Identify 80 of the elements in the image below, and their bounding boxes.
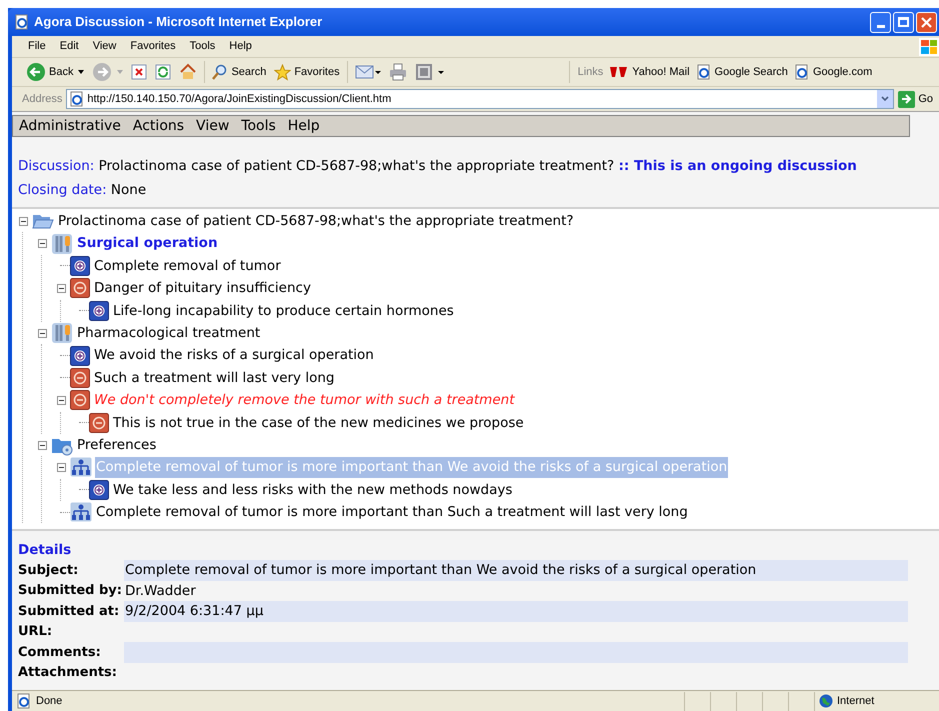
menu-item[interactable]: View — [196, 116, 230, 136]
star-icon — [274, 64, 292, 80]
discussion-line: Discussion: Prolactinoma case of patient CD-5687-98;what's the appropriate treatment? :: This is an ongoing discussion — [18, 157, 858, 176]
tree-item[interactable]: Surgical operation — [76, 233, 219, 254]
details-heading: Details — [18, 541, 72, 560]
network-icon — [70, 502, 92, 522]
tree-item[interactable]: Danger of pituitary insufficiency — [93, 278, 312, 298]
collapse-toggle[interactable] — [38, 328, 46, 338]
field-value: Dr.Wadder — [124, 582, 197, 601]
collapse-toggle[interactable] — [38, 440, 46, 450]
link[interactable]: Google Search — [696, 64, 788, 80]
menu-item[interactable]: Administrative — [19, 116, 121, 136]
printer-icon — [388, 63, 407, 81]
windows-logo-icon — [919, 38, 939, 56]
globe-icon — [819, 694, 833, 708]
favorites-button[interactable]: Favorites — [270, 60, 344, 84]
collapse-toggle[interactable] — [56, 284, 66, 293]
menu-item[interactable]: View — [86, 38, 122, 55]
collapse-toggle[interactable] — [38, 239, 46, 248]
dropdown-caret-icon — [117, 70, 124, 74]
address-field[interactable]: http://150.140.150.70/Agora/JoinExistingDiscussion/Client.htm — [66, 89, 894, 109]
tree-item[interactable]: This is not true in the case of the new medicines we propose — [112, 412, 525, 433]
tree-item[interactable]: Such a treatment will last very long — [93, 368, 336, 388]
menu-item[interactable]: Help — [288, 116, 320, 136]
ie-page-icon — [794, 64, 810, 80]
closing-date-line: Closing date: None — [18, 181, 148, 200]
close-button[interactable] — [916, 12, 937, 32]
edit-icon — [414, 63, 445, 81]
ie-page-icon — [16, 693, 32, 709]
tree-item[interactable]: Pharmacological treatment — [76, 323, 262, 344]
field-label: URL: — [18, 623, 54, 641]
refresh-icon — [155, 64, 172, 80]
ie-page-icon — [69, 91, 86, 107]
field-label: Submitted at: — [18, 602, 120, 620]
tree-item[interactable]: We take less and less risks with the new methods nowdays — [112, 480, 514, 500]
house-icon — [179, 63, 198, 81]
ie-page-icon — [14, 14, 30, 30]
tree-item[interactable]: Complete removal of tumor is more important than Such a treatment will last very long — [95, 502, 689, 522]
tree-item[interactable]: We don't completely remove the tumor with such a treatment — [93, 390, 516, 410]
field-label: Submitted by: — [18, 582, 123, 600]
dropdown-caret-icon — [78, 70, 84, 74]
stop-icon — [131, 64, 148, 80]
minimize-button[interactable] — [870, 12, 891, 32]
window-title: Agora Discussion - Microsoft Internet Explorer — [34, 13, 322, 32]
menu-item[interactable]: Tools — [241, 116, 276, 136]
field-value: Complete removal of tumor is more important than We avoid the risks of a surgical operation — [124, 560, 908, 580]
tree-item[interactable]: Complete removal of tumor — [93, 256, 282, 276]
collapse-toggle[interactable] — [18, 216, 28, 226]
network-icon — [70, 457, 92, 478]
menu-item[interactable]: Favorites — [124, 38, 182, 55]
security-zone-text: Internet — [837, 694, 874, 709]
collapse-toggle[interactable] — [56, 396, 66, 405]
field-label: Subject: — [18, 562, 80, 580]
menu-item[interactable]: Actions — [132, 116, 184, 136]
tree-item[interactable]: Life-long incapability to produce certain hormones — [112, 300, 455, 321]
tree-item[interactable]: Prolactinoma case of patient CD-5687-98;what's the appropriate treatment? — [57, 211, 575, 232]
maximize-button[interactable] — [893, 12, 914, 32]
tree-item[interactable]: We avoid the risks of a surgical operation — [93, 345, 375, 366]
ie-page-icon — [696, 64, 712, 80]
back-button[interactable]: Back — [22, 60, 88, 84]
field-label: Comments: — [18, 644, 102, 662]
search-icon — [212, 64, 228, 80]
search-button[interactable]: Search — [208, 60, 270, 84]
right-arrow-icon — [901, 94, 912, 104]
tree-item[interactable]: Preferences — [76, 434, 158, 456]
go-button[interactable]: Go — [898, 90, 937, 108]
collapse-toggle[interactable] — [56, 462, 66, 472]
address-label: Address — [22, 92, 62, 107]
mail-icon — [354, 63, 381, 81]
menu-item[interactable]: File — [22, 38, 52, 55]
close-x-icon — [921, 16, 932, 28]
status-text: Done — [36, 694, 62, 709]
links-label: Links — [578, 64, 604, 80]
link[interactable]: Yahoo! Mail — [609, 64, 690, 80]
field-value: 9/2/2004 6:31:47 μμ — [124, 601, 908, 622]
menu-item[interactable]: Edit — [54, 38, 85, 55]
field-label: Attachments: — [18, 664, 118, 682]
menu-item[interactable]: Help — [223, 38, 258, 55]
link[interactable]: Google.com — [794, 64, 872, 80]
menu-item[interactable]: Tools — [184, 38, 222, 55]
